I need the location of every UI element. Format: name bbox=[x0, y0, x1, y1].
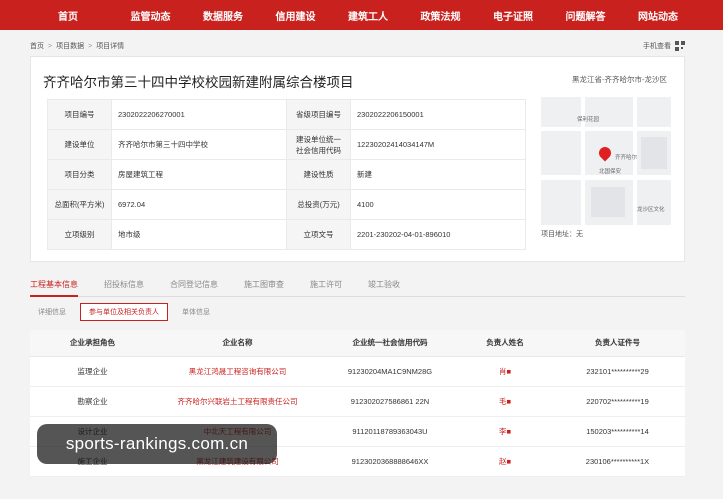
info-label: 立项文号 bbox=[286, 219, 351, 250]
info-label: 总面积(平方米) bbox=[47, 189, 112, 220]
project-region: 黑龙江省-齐齐哈尔市-龙沙区 bbox=[572, 75, 667, 84]
table-row: 勘察企业 齐齐哈尔兴联岩土工程有限责任公司 912302027586861 22N 毛… bbox=[30, 386, 685, 417]
cell-name[interactable]: 黑龙江鸿晟工程咨询有限公司 bbox=[155, 356, 320, 387]
tab[interactable]: 施工许可 bbox=[310, 275, 342, 297]
map-poi: 北国保安 bbox=[599, 169, 622, 175]
info-value: 新建 bbox=[350, 159, 526, 190]
nav-item[interactable]: 问题解答 bbox=[548, 8, 621, 23]
main-tabs: 工程基本信息 招投标信息 合同登记信息 施工图审查 施工许可 竣工验收 bbox=[30, 275, 685, 297]
info-value: 12230202414034147M bbox=[350, 129, 526, 160]
column-header: 企业统一社会信用代码 bbox=[320, 330, 460, 357]
nav-item[interactable]: 数据服务 bbox=[185, 8, 258, 23]
column-header: 企业名称 bbox=[155, 330, 320, 357]
info-label: 项目编号 bbox=[47, 99, 112, 130]
nav-item[interactable]: 首页 bbox=[40, 8, 113, 23]
project-info-table: 项目编号 2302022206270001 省级项目编号 23020222061500… bbox=[47, 99, 526, 250]
top-navigation: 首页 监管动态 数据服务 信用建设 建筑工人 政策法规 电子证照 问题解答 网站动态 bbox=[0, 0, 723, 30]
info-label: 建设单位 bbox=[47, 129, 112, 160]
cell-code: 912302027586861 22N bbox=[320, 386, 460, 417]
cell-id: 232101**********29 bbox=[550, 356, 685, 387]
tab[interactable]: 竣工验收 bbox=[368, 275, 400, 297]
project-card: 齐齐哈尔市第三十四中学校校园新建附属综合楼项目 黑龙江省-齐齐哈尔市-龙沙区 项… bbox=[30, 56, 685, 262]
sub-tab[interactable]: 单体信息 bbox=[174, 304, 218, 320]
breadcrumb: 首页 > 项目数据 > 项目详情 手机查看 bbox=[30, 38, 685, 54]
table-header-row: 企业承担角色 企业名称 企业统一社会信用代码 负责人姓名 负责人证件号 bbox=[30, 330, 685, 357]
cell-person: 李■ bbox=[460, 416, 550, 447]
map-pin-icon[interactable] bbox=[596, 144, 614, 162]
info-row: 建设单位 齐齐哈尔市第三十四中学校 建设单位统一社会信用代码 122302024140… bbox=[47, 129, 526, 160]
info-label: 建设性质 bbox=[286, 159, 351, 190]
column-header: 负责人姓名 bbox=[460, 330, 550, 357]
cell-id: 150203**********14 bbox=[550, 416, 685, 447]
info-label: 建设单位统一社会信用代码 bbox=[286, 129, 351, 160]
project-map[interactable]: 保利花园 齐齐哈尔 北国保安 龙沙区文化 bbox=[541, 97, 671, 225]
info-row: 项目编号 2302022206270001 省级项目编号 23020222061500… bbox=[47, 99, 526, 130]
info-label: 总投资(万元) bbox=[286, 189, 351, 220]
qr-code-icon[interactable] bbox=[675, 41, 685, 51]
nav-item[interactable]: 信用建设 bbox=[258, 8, 331, 23]
nav-item[interactable]: 建筑工人 bbox=[330, 8, 403, 23]
cell-name[interactable]: 齐齐哈尔兴联岩土工程有限责任公司 bbox=[155, 386, 320, 417]
cell-id: 220702**********19 bbox=[550, 386, 685, 417]
tab[interactable]: 工程基本信息 bbox=[30, 275, 78, 297]
cell-person: 毛■ bbox=[460, 386, 550, 417]
cell-person: 赵■ bbox=[460, 446, 550, 477]
sub-tab[interactable]: 详细信息 bbox=[30, 304, 74, 320]
sub-tab[interactable]: 参与单位及相关负责人 bbox=[80, 303, 168, 321]
tab[interactable]: 招投标信息 bbox=[104, 275, 144, 297]
cell-code: 91230204MA1C9NM28G bbox=[320, 356, 460, 387]
cell-person: 肖■ bbox=[460, 356, 550, 387]
tab[interactable]: 合同登记信息 bbox=[170, 275, 218, 297]
info-value: 4100 bbox=[350, 189, 526, 220]
info-value: 齐齐哈尔市第三十四中学校 bbox=[111, 129, 287, 160]
breadcrumb-project-detail: 项目详情 bbox=[96, 43, 125, 50]
map-address: 项目地址：无 bbox=[541, 231, 583, 238]
info-row: 项目分类 房屋建筑工程 建设性质 新建 bbox=[47, 159, 526, 190]
map-poi: 龙沙区文化 bbox=[637, 207, 665, 213]
map-poi: 齐齐哈尔 bbox=[615, 155, 638, 161]
column-header: 企业承担角色 bbox=[30, 330, 155, 357]
mobile-view-label: 手机查看 bbox=[643, 43, 671, 50]
info-row: 立项级别 地市级 立项文号 2201-230202-04-01-896010 bbox=[47, 219, 526, 250]
cell-id: 230106**********1X bbox=[550, 446, 685, 477]
cell-code: 91120118789363043U bbox=[320, 416, 460, 447]
nav-item[interactable]: 网站动态 bbox=[620, 8, 693, 23]
cell-role: 监理企业 bbox=[30, 356, 155, 387]
breadcrumb-separator: > bbox=[48, 42, 53, 50]
breadcrumb-project-data[interactable]: 项目数据 bbox=[56, 41, 84, 51]
nav-item[interactable]: 监管动态 bbox=[113, 8, 186, 23]
info-label: 项目分类 bbox=[47, 159, 112, 190]
nav-item[interactable]: 政策法规 bbox=[403, 8, 476, 23]
info-value: 2302022206150001 bbox=[350, 99, 526, 130]
info-row: 总面积(平方米) 6972.04 总投资(万元) 4100 bbox=[47, 189, 526, 220]
info-value: 房屋建筑工程 bbox=[111, 159, 287, 190]
sub-tabs: 详细信息 参与单位及相关负责人 单体信息 bbox=[30, 303, 224, 321]
cell-code: 9123020368888646XX bbox=[320, 446, 460, 477]
project-title: 齐齐哈尔市第三十四中学校校园新建附属综合楼项目 bbox=[43, 75, 354, 90]
column-header: 负责人证件号 bbox=[550, 330, 685, 357]
cell-role: 勘察企业 bbox=[30, 386, 155, 417]
info-label: 省级项目编号 bbox=[286, 99, 351, 130]
info-value: 2201-230202-04-01-896010 bbox=[350, 219, 526, 250]
info-value: 6972.04 bbox=[111, 189, 287, 220]
table-row: 监理企业 黑龙江鸿晟工程咨询有限公司 91230204MA1C9NM28G 肖■ 232… bbox=[30, 356, 685, 387]
info-value: 2302022206270001 bbox=[111, 99, 287, 130]
info-value: 地市级 bbox=[111, 219, 287, 250]
breadcrumb-separator: > bbox=[88, 42, 93, 50]
map-poi: 保利花园 bbox=[577, 117, 600, 123]
watermark: sports-rankings.com.cn bbox=[37, 424, 277, 464]
tab[interactable]: 施工图审查 bbox=[244, 275, 284, 297]
mobile-view-link[interactable]: 手机查看 bbox=[643, 41, 685, 51]
nav-item[interactable]: 电子证照 bbox=[475, 8, 548, 23]
info-label: 立项级别 bbox=[47, 219, 112, 250]
breadcrumb-home[interactable]: 首页 bbox=[30, 41, 44, 51]
